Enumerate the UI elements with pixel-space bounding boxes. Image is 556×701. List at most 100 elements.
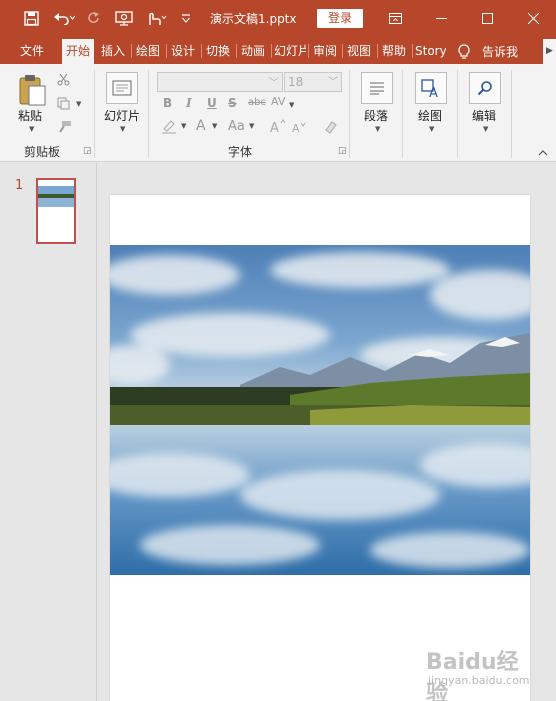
group-separator bbox=[94, 70, 95, 158]
editing-label[interactable]: 编辑 bbox=[472, 107, 496, 124]
strikethrough-button[interactable]: abc bbox=[248, 97, 266, 108]
tab-separator bbox=[131, 44, 132, 58]
thumbnail-pane: 1 bbox=[0, 163, 97, 701]
underline-button[interactable]: U bbox=[207, 96, 217, 110]
tab-separator bbox=[201, 44, 202, 58]
tell-me-label: 告诉我 bbox=[482, 45, 519, 59]
redo-icon[interactable] bbox=[84, 0, 104, 36]
tab-separator bbox=[377, 44, 378, 58]
group-separator bbox=[511, 70, 512, 158]
paragraph-icon[interactable] bbox=[361, 72, 393, 104]
svg-text:A: A bbox=[429, 86, 438, 99]
new-slide-dropdown-icon[interactable]: ▼ bbox=[120, 125, 125, 133]
drawing-dropdown-icon[interactable]: ▼ bbox=[429, 125, 434, 133]
clipboard-group-label: 剪贴板 bbox=[23, 145, 60, 159]
paste-icon[interactable] bbox=[16, 74, 48, 106]
font-color-button[interactable]: A bbox=[196, 118, 206, 134]
group-separator bbox=[402, 70, 403, 158]
increase-font-size-icon[interactable]: A bbox=[270, 118, 286, 134]
lightbulb-icon bbox=[458, 43, 470, 60]
font-color-dropdown-icon[interactable]: ▼ bbox=[212, 122, 217, 130]
case-dropdown-icon[interactable]: ▼ bbox=[249, 122, 254, 130]
paste-dropdown-icon[interactable]: ▼ bbox=[29, 125, 34, 133]
copy-dropdown-icon[interactable]: ▼ bbox=[76, 100, 81, 108]
ribbon-tabs: 文件 开始 插入 绘图 设计 切换 动画 幻灯片 审阅 视图 帮助 Storyl… bbox=[0, 36, 556, 64]
drawing-icon[interactable]: A bbox=[415, 72, 447, 104]
font-size-select[interactable]: 18 ﹀ bbox=[284, 72, 342, 92]
tabs-scroll-right-icon[interactable]: ▶ bbox=[543, 39, 556, 64]
tab-separator bbox=[166, 44, 167, 58]
spacing-dropdown-icon[interactable]: ▼ bbox=[289, 101, 294, 109]
font-size-value: 18 bbox=[288, 75, 304, 89]
baidu-watermark: Baidu经验 jingyan.baidu.com bbox=[424, 644, 534, 701]
clipboard-dialog-launcher-icon[interactable]: ◲ bbox=[83, 146, 92, 156]
tab-separator bbox=[412, 44, 413, 58]
format-painter-icon[interactable] bbox=[56, 119, 72, 133]
paragraph-label[interactable]: 段落 bbox=[364, 107, 388, 124]
save-icon[interactable] bbox=[20, 0, 42, 36]
font-name-dropdown-icon[interactable]: ﹀ bbox=[269, 74, 279, 89]
tab-view[interactable]: 视图 bbox=[345, 39, 373, 64]
svg-text:A: A bbox=[270, 121, 279, 133]
highlighter-icon[interactable] bbox=[160, 118, 178, 134]
watermark-logo: Baidu经验 bbox=[426, 650, 519, 701]
tab-review[interactable]: 审阅 bbox=[311, 39, 339, 64]
text-shadow-button[interactable]: S bbox=[228, 96, 237, 110]
group-separator bbox=[148, 70, 149, 158]
tell-me-box[interactable]: 告诉我 bbox=[458, 39, 518, 64]
slide-number: 1 bbox=[15, 178, 24, 193]
cut-icon[interactable] bbox=[56, 72, 70, 86]
watermark-url: jingyan.baidu.com bbox=[428, 674, 530, 687]
clear-formatting-icon[interactable] bbox=[322, 118, 338, 134]
character-spacing-button[interactable]: AV bbox=[271, 95, 285, 108]
paragraph-dropdown-icon[interactable]: ▼ bbox=[375, 125, 380, 133]
minimize-icon[interactable] bbox=[418, 0, 464, 36]
paste-label[interactable]: 粘贴 bbox=[18, 107, 42, 124]
italic-button[interactable]: I bbox=[186, 96, 192, 110]
decrease-font-size-icon[interactable]: A bbox=[292, 120, 306, 134]
maximize-icon[interactable] bbox=[464, 0, 510, 36]
tab-separator bbox=[308, 44, 309, 58]
tab-draw[interactable]: 绘图 bbox=[134, 39, 162, 64]
svg-text:A: A bbox=[292, 122, 300, 133]
search-icon[interactable] bbox=[469, 72, 501, 104]
tab-design[interactable]: 设计 bbox=[169, 39, 197, 64]
tab-animations[interactable]: 动画 bbox=[239, 39, 267, 64]
group-separator bbox=[349, 70, 350, 158]
title-bar: 演示文稿1.pptx 登录 bbox=[0, 0, 556, 36]
tab-slideshow[interactable]: 幻灯片 bbox=[274, 39, 306, 64]
tab-home[interactable]: 开始 bbox=[62, 39, 94, 64]
font-group-label: 字体 bbox=[227, 145, 252, 159]
landscape-photo[interactable] bbox=[110, 245, 530, 575]
touch-mode-icon[interactable] bbox=[142, 0, 170, 36]
present-icon[interactable] bbox=[112, 0, 136, 36]
new-slide-label[interactable]: 幻灯片 bbox=[104, 107, 140, 124]
copy-icon[interactable] bbox=[56, 96, 70, 110]
highlight-dropdown-icon[interactable]: ▼ bbox=[181, 122, 186, 130]
font-dialog-launcher-icon[interactable]: ◲ bbox=[338, 146, 347, 156]
tab-separator bbox=[342, 44, 343, 58]
ribbon: 粘贴 ▼ ▼ 剪贴板 ◲ 幻灯片 ▼ ﹀ 18 ﹀ B I U S abc AV… bbox=[0, 64, 556, 162]
font-name-select[interactable]: ﹀ bbox=[157, 72, 283, 92]
tab-storyline[interactable]: Storyline bbox=[415, 39, 446, 64]
tab-separator bbox=[271, 44, 272, 58]
close-icon[interactable] bbox=[510, 0, 556, 36]
slide-thumbnail[interactable] bbox=[36, 178, 76, 244]
editing-dropdown-icon[interactable]: ▼ bbox=[483, 125, 488, 133]
login-button[interactable]: 登录 bbox=[317, 9, 363, 28]
undo-icon[interactable] bbox=[50, 0, 78, 36]
tab-transitions[interactable]: 切换 bbox=[204, 39, 232, 64]
tab-help[interactable]: 帮助 bbox=[380, 39, 408, 64]
group-separator bbox=[457, 70, 458, 158]
new-slide-icon[interactable] bbox=[106, 72, 138, 104]
collapse-ribbon-icon[interactable] bbox=[536, 148, 550, 158]
change-case-button[interactable]: Aa bbox=[228, 119, 245, 134]
ribbon-display-icon[interactable] bbox=[372, 0, 418, 36]
document-title: 演示文稿1.pptx bbox=[210, 12, 297, 26]
customize-qat-icon[interactable] bbox=[178, 0, 194, 36]
drawing-label[interactable]: 绘图 bbox=[418, 107, 442, 124]
bold-button[interactable]: B bbox=[163, 96, 172, 110]
tab-insert[interactable]: 插入 bbox=[99, 39, 127, 64]
tab-file[interactable]: 文件 bbox=[10, 39, 54, 64]
font-size-dropdown-icon[interactable]: ﹀ bbox=[328, 74, 338, 92]
